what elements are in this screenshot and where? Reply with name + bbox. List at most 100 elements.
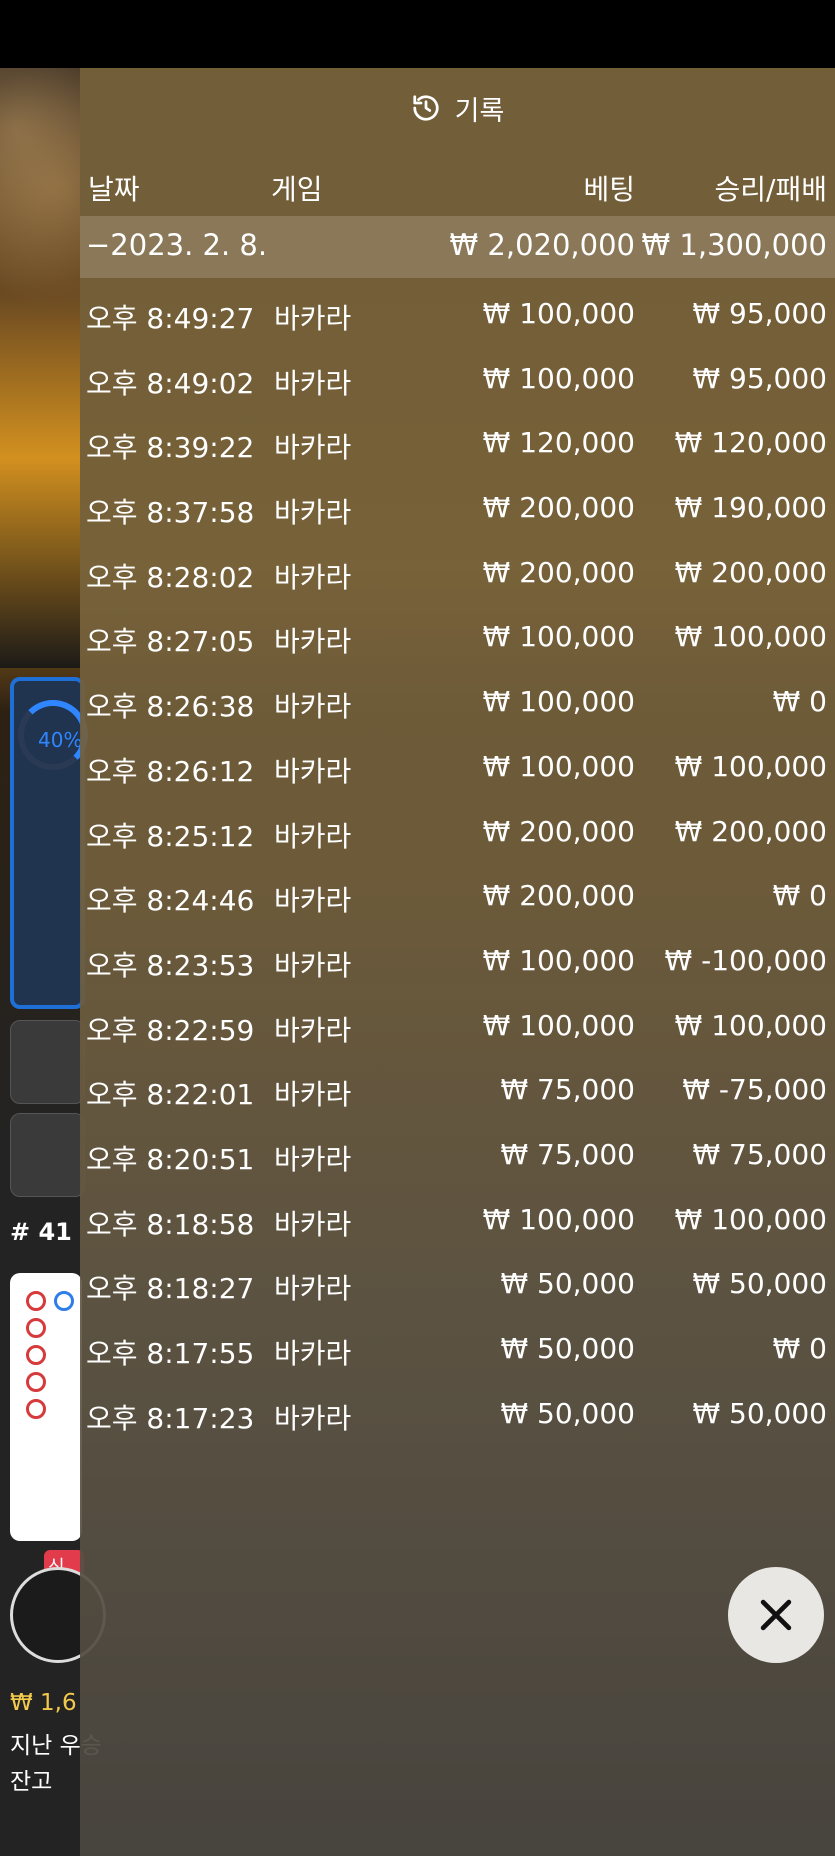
row-win-loss: ₩ 0 (772, 1332, 827, 1365)
row-game: 바카라 (274, 1142, 352, 1176)
row-game: 바카라 (274, 1401, 352, 1435)
table-row[interactable]: 오후 8:23:53 바카라 ₩ 100,000 ₩ -100,000 (80, 928, 835, 993)
table-row[interactable]: 오후 8:39:22 바카라 ₩ 120,000 ₩ 120,000 (80, 410, 835, 475)
table-row[interactable]: 오후 8:17:23 바카라 ₩ 50,000 ₩ 50,000 (80, 1381, 835, 1446)
date-group-row[interactable]: −2023. 2. 8. ₩ 2,020,000 ₩ 1,300,000 (80, 216, 835, 278)
history-rows: 오후 8:49:27 바카라 ₩ 100,000 ₩ 95,000 오후 8:49:02… (80, 281, 835, 1445)
row-time: 오후 8:24:46 (86, 884, 255, 918)
row-bet: ₩ 100,000 (482, 685, 635, 719)
row-bet: ₩ 50,000 (500, 1332, 635, 1365)
table-row[interactable]: 오후 8:18:58 바카라 ₩ 100,000 ₩ 100,000 (80, 1187, 835, 1252)
row-time: 오후 8:37:58 (86, 496, 255, 530)
row-bet: ₩ 200,000 (482, 879, 635, 913)
table-row[interactable]: 오후 8:20:51 바카라 ₩ 75,000 ₩ 75,000 (80, 1122, 835, 1187)
side-button-2[interactable] (10, 1113, 85, 1197)
row-bet: ₩ 120,000 (482, 426, 635, 460)
row-win-loss: ₩ 100,000 (674, 749, 827, 783)
row-time: 오후 8:25:12 (86, 819, 255, 853)
row-time: 오후 8:49:27 (86, 302, 255, 335)
table-row[interactable]: 오후 8:22:01 바카라 ₩ 75,000 ₩ -75,000 (80, 1057, 835, 1122)
road-circle (26, 1318, 46, 1338)
row-bet: ₩ 100,000 (482, 620, 635, 654)
row-time: 오후 8:26:12 (86, 754, 255, 788)
row-time: 오후 8:39:22 (86, 431, 255, 465)
row-time: 오후 8:22:01 (86, 1078, 255, 1112)
table-row[interactable]: 오후 8:24:46 바카라 ₩ 200,000 ₩ 0 (80, 863, 835, 928)
table-row[interactable]: 오후 8:22:59 바카라 ₩ 100,000 ₩ 100,000 (80, 993, 835, 1058)
row-win-loss: ₩ 120,000 (674, 426, 827, 460)
row-bet: ₩ 100,000 (482, 1008, 635, 1042)
row-game: 바카라 (274, 690, 352, 724)
row-bet: ₩ 75,000 (500, 1137, 635, 1171)
history-header: 기록 (80, 68, 835, 148)
row-bet: ₩ 100,000 (482, 297, 635, 330)
row-time: 오후 8:49:02 (86, 366, 255, 400)
table-row[interactable]: 오후 8:37:58 바카라 ₩ 200,000 ₩ 190,000 (80, 475, 835, 540)
table-row[interactable]: 오후 8:17:55 바카라 ₩ 50,000 ₩ 0 (80, 1316, 835, 1381)
row-time: 오후 8:17:55 (86, 1337, 255, 1370)
row-game: 바카라 (274, 302, 352, 335)
table-row[interactable]: 오후 8:18:27 바카라 ₩ 50,000 ₩ 50,000 (80, 1251, 835, 1316)
table-header: 날짜 게임 베팅 승리/패배 (80, 156, 835, 216)
row-game: 바카라 (274, 496, 352, 530)
row-game: 바카라 (274, 366, 352, 400)
row-bet: ₩ 100,000 (482, 943, 635, 977)
user-balance: ₩ 1,6 (10, 1690, 77, 1716)
row-win-loss: ₩ 50,000 (692, 1396, 827, 1430)
row-win-loss: ₩ 200,000 (674, 555, 827, 589)
row-time: 오후 8:18:58 (86, 1207, 255, 1241)
row-bet: ₩ 100,000 (482, 749, 635, 783)
row-game: 바카라 (274, 1337, 352, 1370)
bead-road (10, 1273, 82, 1541)
balance-label: 잔고 (10, 1769, 53, 1795)
row-win-loss: ₩ -100,000 (664, 943, 827, 977)
table-row[interactable]: 오후 8:25:12 바카라 ₩ 200,000 ₩ 200,000 (80, 799, 835, 864)
row-win-loss: ₩ 95,000 (692, 361, 827, 395)
live-video-area (0, 68, 80, 668)
row-game: 바카라 (274, 431, 352, 465)
row-bet: ₩ 200,000 (482, 814, 635, 848)
row-win-loss: ₩ 100,000 (674, 1008, 827, 1042)
table-row[interactable]: 오후 8:28:02 바카라 ₩ 200,000 ₩ 200,000 (80, 540, 835, 605)
close-icon (760, 1599, 792, 1631)
row-win-loss: ₩ 200,000 (674, 814, 827, 848)
history-title: 기록 (454, 95, 505, 127)
row-bet: ₩ 200,000 (482, 555, 635, 589)
row-bet: ₩ 50,000 (500, 1396, 635, 1430)
column-win-loss: 승리/패배 (714, 173, 827, 206)
row-win-loss: ₩ 95,000 (692, 297, 827, 330)
row-win-loss: ₩ 0 (772, 685, 827, 719)
table-row[interactable]: 오후 8:26:12 바카라 ₩ 100,000 ₩ 100,000 (80, 734, 835, 799)
table-row[interactable]: 오후 8:49:27 바카라 ₩ 100,000 ₩ 95,000 (80, 281, 835, 346)
row-bet: ₩ 200,000 (482, 491, 635, 525)
row-game: 바카라 (274, 560, 352, 594)
row-game: 바카라 (274, 1013, 352, 1047)
table-row[interactable]: 오후 8:26:38 바카라 ₩ 100,000 ₩ 0 (80, 669, 835, 734)
row-bet: ₩ 50,000 (500, 1267, 635, 1301)
row-time: 오후 8:18:27 (86, 1272, 255, 1306)
row-win-loss: ₩ -75,000 (682, 1073, 827, 1107)
row-win-loss: ₩ 50,000 (692, 1267, 827, 1301)
table-row[interactable]: 오후 8:27:05 바카라 ₩ 100,000 ₩ 100,000 (80, 604, 835, 669)
table-row[interactable]: 오후 8:49:02 바카라 ₩ 100,000 ₩ 95,000 (80, 346, 835, 411)
side-button-1[interactable] (10, 1020, 85, 1104)
round-number: # 41 (10, 1218, 72, 1246)
row-time: 오후 8:17:23 (86, 1401, 255, 1435)
row-win-loss: ₩ 0 (772, 879, 827, 913)
row-bet: ₩ 75,000 (500, 1073, 635, 1107)
row-time: 오후 8:23:53 (86, 948, 255, 982)
row-win-loss: ₩ 190,000 (674, 491, 827, 525)
group-bet-total: ₩ 2,020,000 (449, 228, 635, 262)
road-circle (26, 1345, 46, 1365)
road-circle (26, 1399, 46, 1419)
row-bet: ₩ 100,000 (482, 1202, 635, 1236)
row-game: 바카라 (274, 1272, 352, 1306)
row-game: 바카라 (274, 1207, 352, 1241)
column-date: 날짜 (88, 173, 140, 206)
column-game: 게임 (271, 173, 323, 206)
row-time: 오후 8:22:59 (86, 1013, 255, 1047)
status-bar (0, 0, 835, 68)
close-button[interactable] (728, 1567, 824, 1663)
column-bet: 베팅 (583, 173, 635, 206)
row-game: 바카라 (274, 1078, 352, 1112)
